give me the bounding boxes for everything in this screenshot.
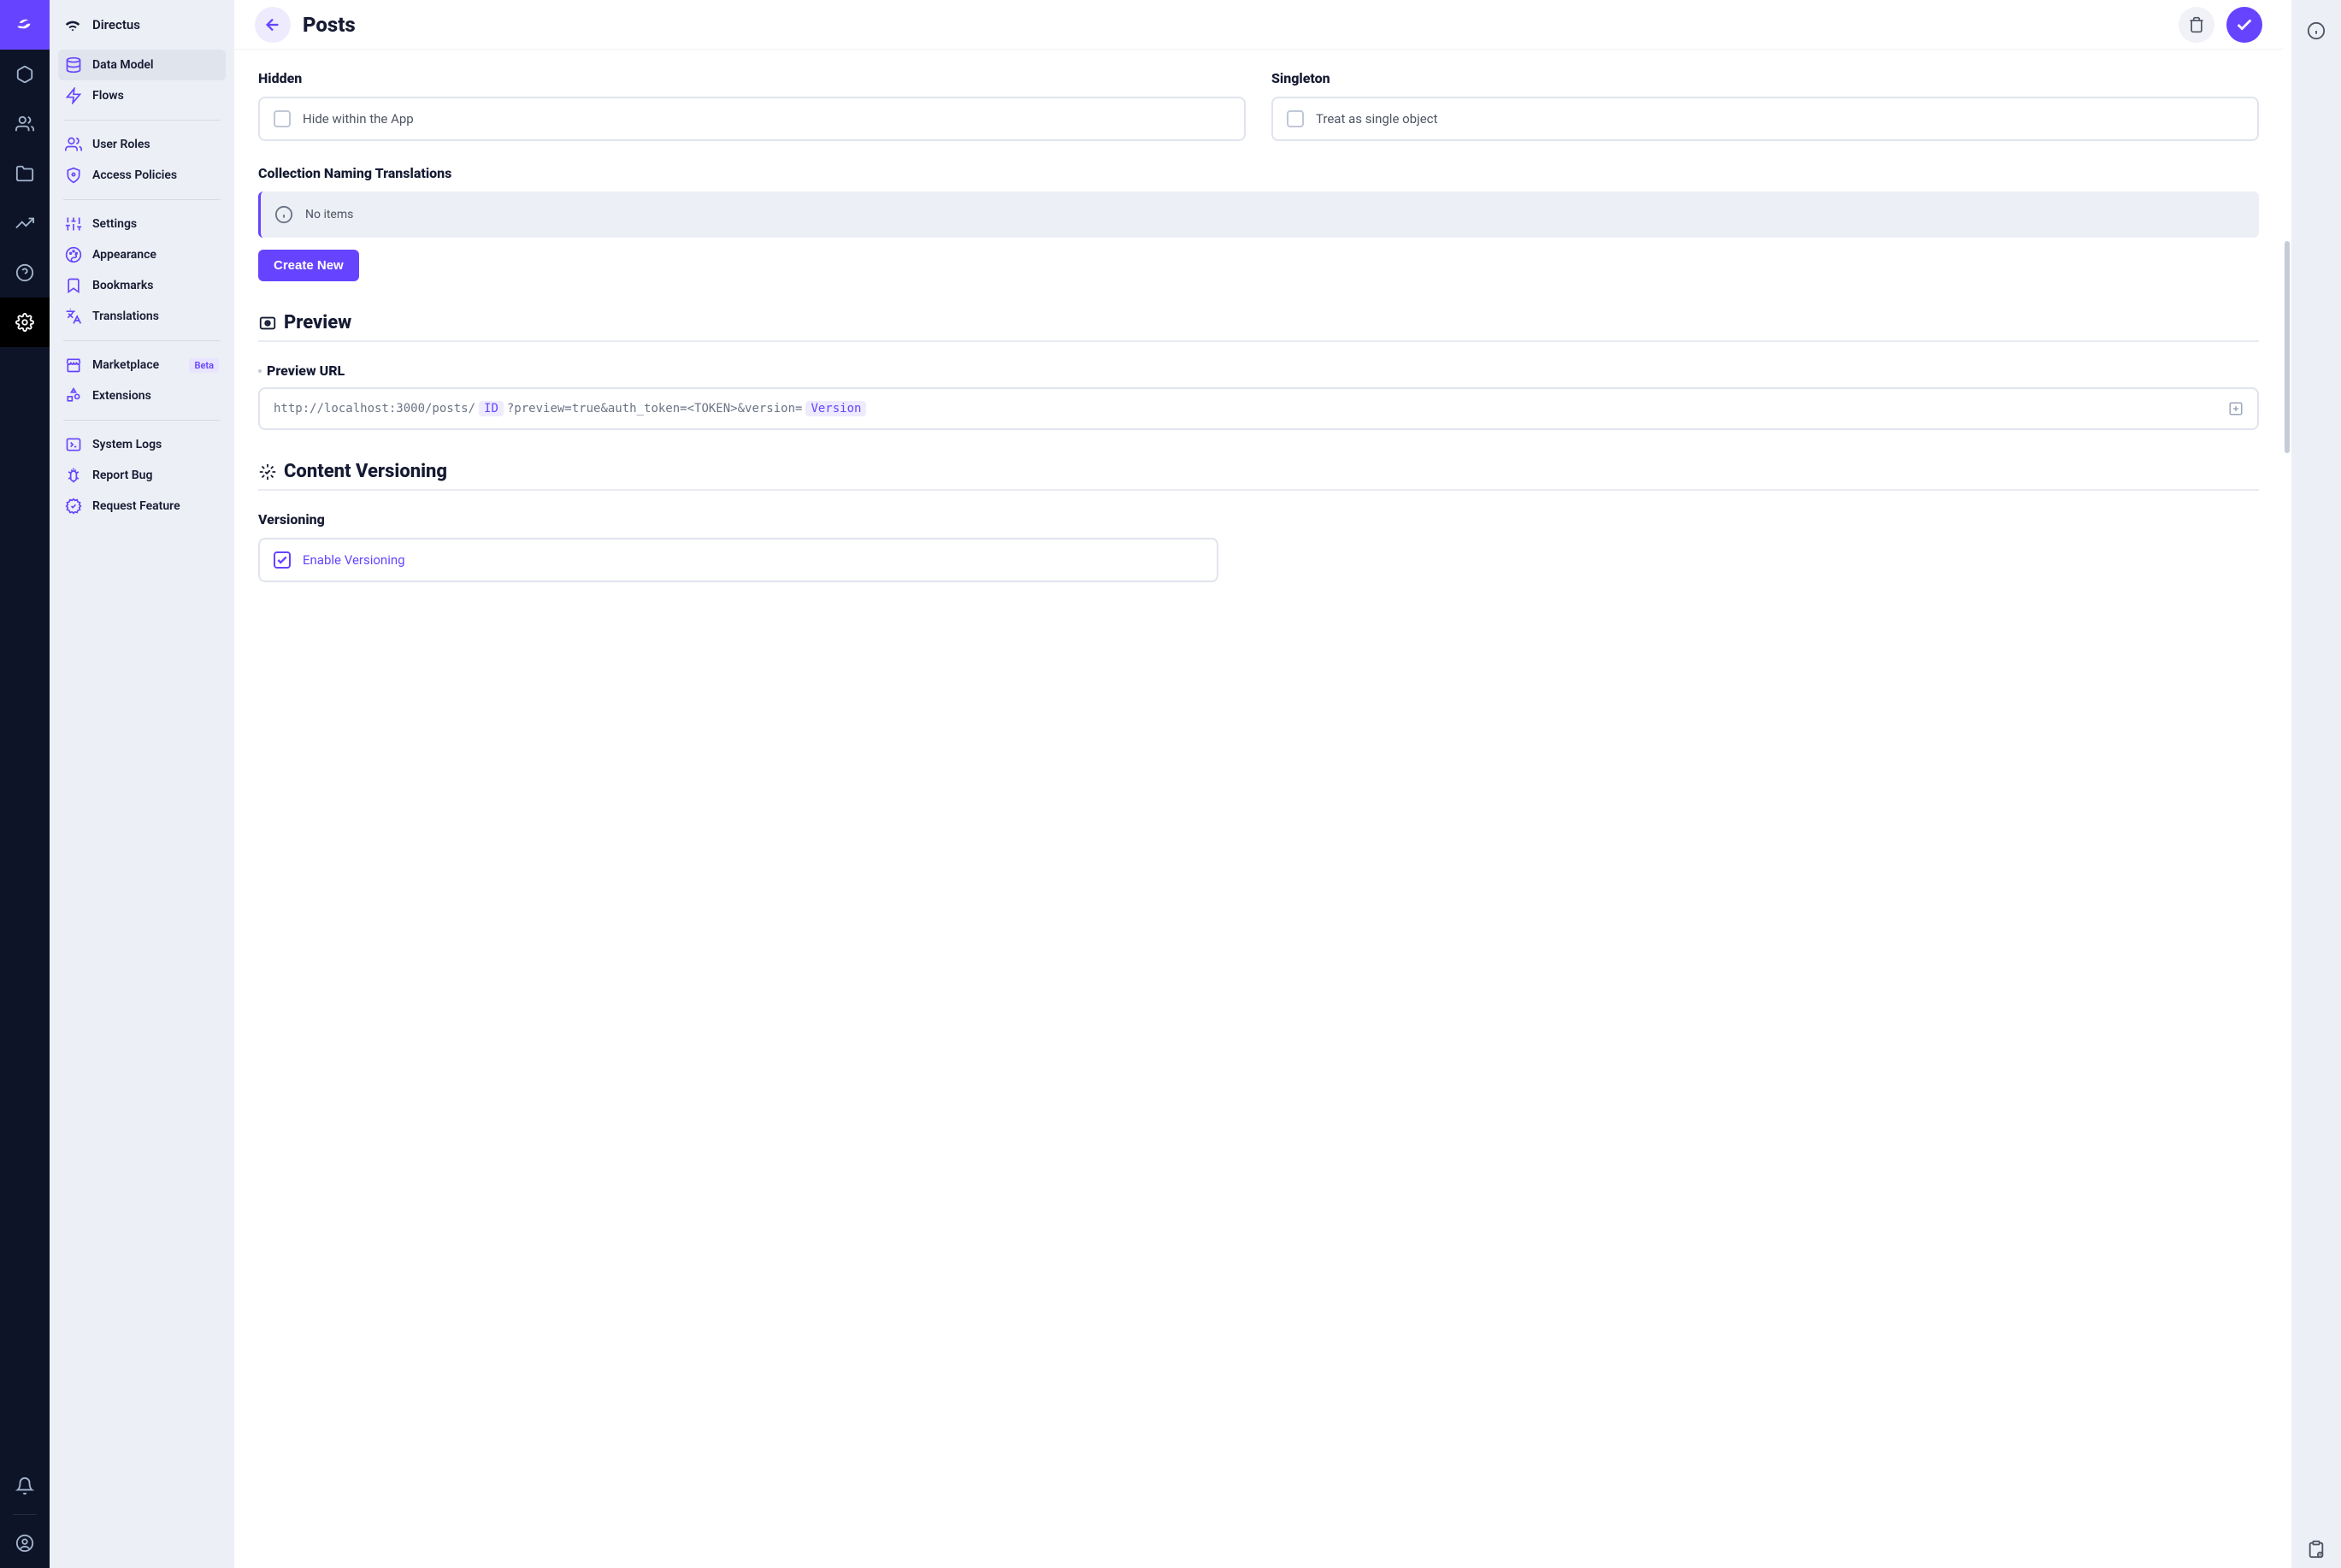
versioning-icon [258,463,277,481]
logo[interactable] [0,0,50,50]
rail-help[interactable] [0,248,50,298]
singleton-label: Singleton [1271,70,2259,86]
sidebar-item-label: Appearance [92,248,156,262]
sidebar-item-label: User Roles [92,138,150,151]
rail-insights[interactable] [0,198,50,248]
wifi-icon [63,15,82,34]
sidebar-item-settings[interactable]: Settings [58,209,226,239]
checkbox-icon [274,551,291,569]
scrollbar[interactable] [2283,0,2291,1568]
sidebar-item-label: Access Policies [92,168,177,182]
bookmark-icon [65,277,82,294]
rail-notifications[interactable] [0,1461,50,1511]
terminal-icon [65,436,82,453]
checkbox-icon [274,110,291,127]
sidebar-item-label: Settings [92,217,137,231]
sidebar-item-label: Flows [92,89,124,103]
store-icon [65,357,82,374]
sidebar-item-marketplace[interactable]: Marketplace Beta [58,350,226,380]
page-title: Posts [303,13,356,37]
sidebar-item-label: System Logs [92,438,162,451]
url-chip-id[interactable]: ID [479,401,504,416]
database-icon [65,56,82,74]
hidden-label: Hidden [258,70,1246,86]
sidebar-item-label: Data Model [92,58,154,72]
sidebar-item-label: Request Feature [92,499,180,513]
sidebar-item-report-bug[interactable]: Report Bug [58,460,226,491]
preview-url-label: Preview URL [267,363,345,379]
sidebar-item-label: Bookmarks [92,279,153,292]
save-button[interactable] [2226,7,2262,43]
sidebar-item-label: Extensions [92,389,151,403]
users-icon [65,136,82,153]
singleton-checkbox[interactable]: Treat as single object [1271,97,2259,141]
rail-account[interactable] [0,1518,50,1568]
preview-url-input[interactable]: http://localhost:3000/posts/ ID ?preview… [258,387,2259,430]
preview-heading-text: Preview [284,312,351,333]
sidebar-header: Directus [58,0,226,50]
revisions-panel-button[interactable] [2291,1530,2341,1568]
translations-label: Collection Naming Translations [258,165,2259,181]
preview-heading: Preview [258,312,2259,342]
sidebar-item-user-roles[interactable]: User Roles [58,129,226,160]
hidden-checkbox[interactable]: Hide within the App [258,97,1246,141]
shield-icon [65,167,82,184]
no-items-text: No items [305,208,353,221]
sidebar-item-bookmarks[interactable]: Bookmarks [58,270,226,301]
enable-versioning-checkbox[interactable]: Enable Versioning [258,538,1218,582]
delete-button[interactable] [2179,7,2214,43]
url-text-2: ?preview=true&auth_token=<TOKEN>&version… [507,402,803,416]
scrollbar-thumb[interactable] [2285,241,2290,453]
versioning-label: Versioning [258,511,1218,528]
sidebar-item-request-feature[interactable]: Request Feature [58,491,226,522]
verified-icon [65,498,82,515]
versioning-heading-text: Content Versioning [284,461,447,482]
sidebar-item-appearance[interactable]: Appearance [58,239,226,270]
add-variable-button[interactable] [2228,401,2244,416]
rail-settings[interactable] [0,298,50,347]
sidebar-item-label: Report Bug [92,469,152,482]
create-new-button[interactable]: Create New [258,250,359,281]
shapes-icon [65,387,82,404]
enable-versioning-label: Enable Versioning [303,552,405,568]
sidebar-item-label: Translations [92,309,159,323]
app-name: Directus [92,17,140,32]
sidebar-item-system-logs[interactable]: System Logs [58,429,226,460]
sidebar-item-data-model[interactable]: Data Model [58,50,226,80]
versioning-heading: Content Versioning [258,461,2259,491]
rail-users[interactable] [0,99,50,149]
url-text-1: http://localhost:3000/posts/ [274,402,475,416]
sidebar-item-flows[interactable]: Flows [58,80,226,111]
checkbox-icon [1287,110,1304,127]
sidebar-item-label: Marketplace [92,358,159,372]
sidebar-item-translations[interactable]: Translations [58,301,226,332]
hidden-checkbox-label: Hide within the App [303,111,414,127]
sidebar-item-access-policies[interactable]: Access Policies [58,160,226,191]
bug-icon [65,467,82,484]
change-indicator-dot [258,369,262,373]
translate-icon [65,308,82,325]
bolt-icon [65,87,82,104]
sidebar-item-extensions[interactable]: Extensions [58,380,226,411]
tune-icon [65,215,82,233]
beta-badge: Beta [189,358,219,373]
preview-icon [258,314,277,333]
info-icon [274,205,293,224]
singleton-checkbox-label: Treat as single object [1316,111,1437,127]
palette-icon [65,246,82,263]
url-chip-version[interactable]: Version [805,401,866,416]
rail-content[interactable] [0,50,50,99]
no-items-banner: No items [258,192,2259,238]
info-panel-button[interactable] [2291,12,2341,50]
back-button[interactable] [255,7,291,43]
rail-files[interactable] [0,149,50,198]
